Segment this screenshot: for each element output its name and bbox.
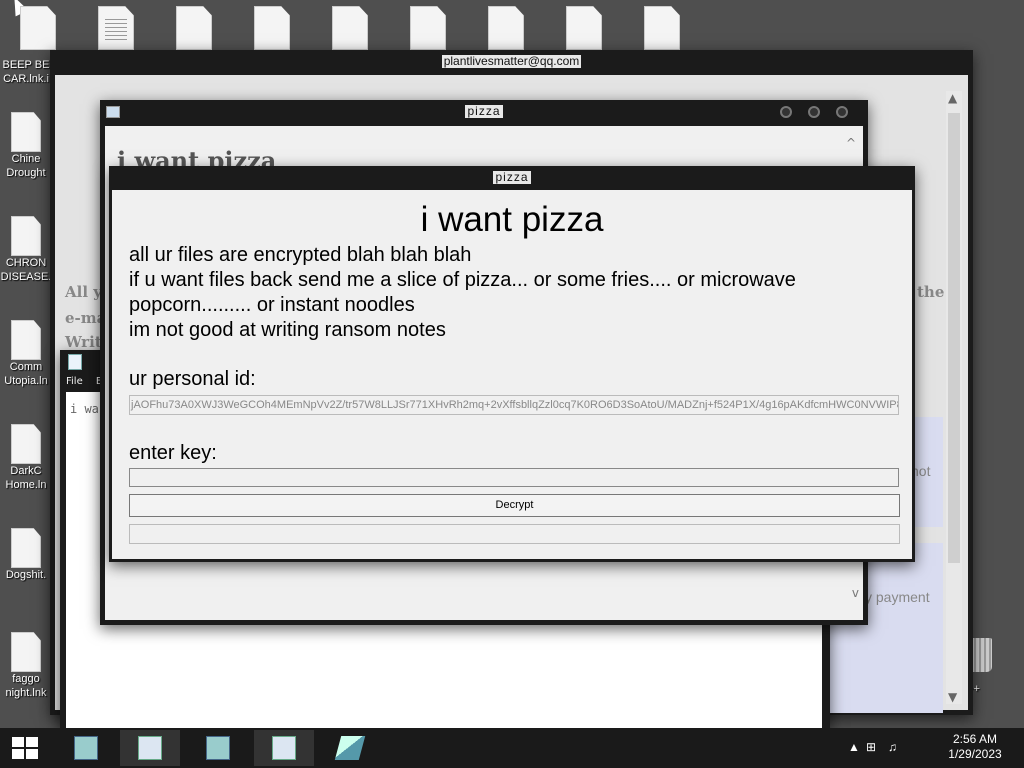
page-text: the <box>917 283 945 301</box>
key-input[interactable] <box>129 468 899 487</box>
scroll-up-icon[interactable]: ▲ <box>948 91 957 105</box>
decrypt-button[interactable]: Decrypt <box>129 494 900 517</box>
file-icon[interactable] <box>254 6 290 50</box>
window-titlebar[interactable]: pizza <box>109 166 915 188</box>
panel-text: y payment <box>865 589 930 605</box>
taskbar-item[interactable] <box>254 730 314 766</box>
status-field <box>129 524 900 544</box>
file-icon <box>11 320 41 360</box>
file-icon <box>11 424 41 464</box>
minimize-button[interactable] <box>780 106 792 118</box>
file-icon[interactable] <box>332 6 368 50</box>
shortcut-label: Drought <box>6 167 46 179</box>
taskbar-item[interactable] <box>320 730 380 766</box>
taskbar-item[interactable] <box>56 730 116 766</box>
note-line: all ur files are encrypted blah blah bla… <box>129 244 472 266</box>
page-text: All y <box>65 283 102 301</box>
close-button[interactable] <box>836 106 848 118</box>
file-icon <box>11 528 41 568</box>
clock-time: 2:56 AM <box>952 732 998 746</box>
app-window-icon <box>138 736 162 760</box>
file-icon <box>11 632 41 672</box>
file-icon[interactable] <box>176 6 212 50</box>
chevron-up-icon[interactable]: ▲ <box>848 740 860 754</box>
network-setup-icon <box>74 736 98 760</box>
shortcut-label: Utopia.ln <box>4 375 48 387</box>
desktop-shortcut[interactable]: Chine Drought <box>0 112 52 180</box>
window-title: pizza <box>465 104 503 118</box>
note-line: popcorn......... or instant noodles <box>129 294 415 316</box>
personal-id-label: ur personal id: <box>129 368 256 390</box>
window-title: plantlivesmatter@qq.com <box>441 54 582 68</box>
desktop: BEEP BE CAR.lnk.i Chine Drought CHRON DI… <box>0 0 1024 730</box>
window-content: i want pizza all ur files are encrypted … <box>112 190 912 559</box>
file-icon <box>11 112 41 152</box>
window-titlebar[interactable]: plantlivesmatter@qq.com <box>50 50 973 72</box>
personal-id-field[interactable]: jAOFhu73A0XWJ3WeGCOh4MEmNpVv2Z/tr57W8LLJ… <box>129 395 899 415</box>
desktop-shortcut[interactable]: Dogshit. <box>0 528 52 582</box>
file-icon[interactable] <box>566 6 602 50</box>
file-icon[interactable] <box>410 6 446 50</box>
shortcut-label: BEEP BE <box>2 59 50 71</box>
desktop-shortcut[interactable]: faggo night.lnk <box>0 632 52 700</box>
desktop-shortcut[interactable]: CHRON DISEASE. <box>0 216 52 284</box>
ransom-heading: i want pizza <box>420 200 604 239</box>
shortcut-label: Dogshit. <box>5 569 47 581</box>
shortcut-label: Comm <box>9 361 43 373</box>
enter-key-label: enter key: <box>129 442 217 464</box>
scroll-down-icon[interactable]: ▼ <box>948 690 957 704</box>
ransom-note: all ur files are encrypted blah blah bla… <box>129 243 889 343</box>
shortcut-label: DarkC <box>10 465 42 477</box>
shortcut-label: CHRON <box>5 257 47 269</box>
app-window-icon <box>272 736 296 760</box>
taskbar: ▲ ⊞ ♫ 2:56 AM 1/29/2023 <box>0 728 1024 768</box>
desktop-shortcut[interactable]: Comm Utopia.ln <box>0 320 52 388</box>
file-icon[interactable] <box>644 6 680 50</box>
note-line: im not good at writing ransom notes <box>129 319 446 341</box>
file-icon[interactable] <box>488 6 524 50</box>
file-icon <box>11 216 41 256</box>
shortcut-label: faggo <box>12 673 40 685</box>
desktop-top-icons <box>20 6 680 50</box>
menu-file[interactable]: File <box>66 376 83 387</box>
network-icon[interactable]: ⊞ <box>866 740 876 754</box>
system-tray: ▲ ⊞ ♫ 2:56 AM 1/29/2023 <box>844 728 1024 768</box>
shortcut-label: DISEASE. <box>0 271 52 283</box>
maximize-button[interactable] <box>808 106 820 118</box>
notepad-icon <box>334 736 366 760</box>
shortcut-label: Home.ln <box>5 479 47 491</box>
desktop-shortcut[interactable]: BEEP BE CAR.lnk.i <box>0 58 52 86</box>
window-titlebar[interactable]: pizza <box>100 100 868 122</box>
vertical-scrollbar[interactable]: ▲ ▼ <box>946 91 962 704</box>
scroll-up-icon[interactable]: ^ <box>843 136 859 150</box>
notepad-icon <box>68 354 82 370</box>
taskbar-item[interactable] <box>120 730 180 766</box>
file-icon[interactable] <box>20 6 56 50</box>
start-button[interactable] <box>12 737 38 759</box>
scroll-thumb[interactable] <box>948 113 960 563</box>
volume-icon[interactable]: ♫ <box>888 740 897 754</box>
page-text: Writ <box>65 333 102 351</box>
note-line: if u want files back send me a slice of … <box>129 269 796 291</box>
shortcut-label: Chine <box>11 153 41 165</box>
desktop-shortcut[interactable]: DarkC Home.ln <box>0 424 52 492</box>
taskbar-item[interactable] <box>188 730 248 766</box>
scroll-down-icon[interactable]: v <box>852 586 859 600</box>
shortcut-label: CAR.lnk.i <box>3 73 49 85</box>
network-setup-icon <box>206 736 230 760</box>
shortcut-label: night.lnk <box>5 687 47 699</box>
clock-date: 1/29/2023 <box>948 747 1002 761</box>
ransom-window[interactable]: pizza i want pizza all ur files are encr… <box>109 166 915 562</box>
clock[interactable]: 2:56 AM 1/29/2023 <box>940 732 1010 762</box>
vertical-scrollbar[interactable]: ^ <box>843 136 859 150</box>
window-title: pizza <box>493 170 531 184</box>
text-file-icon[interactable] <box>98 6 134 50</box>
